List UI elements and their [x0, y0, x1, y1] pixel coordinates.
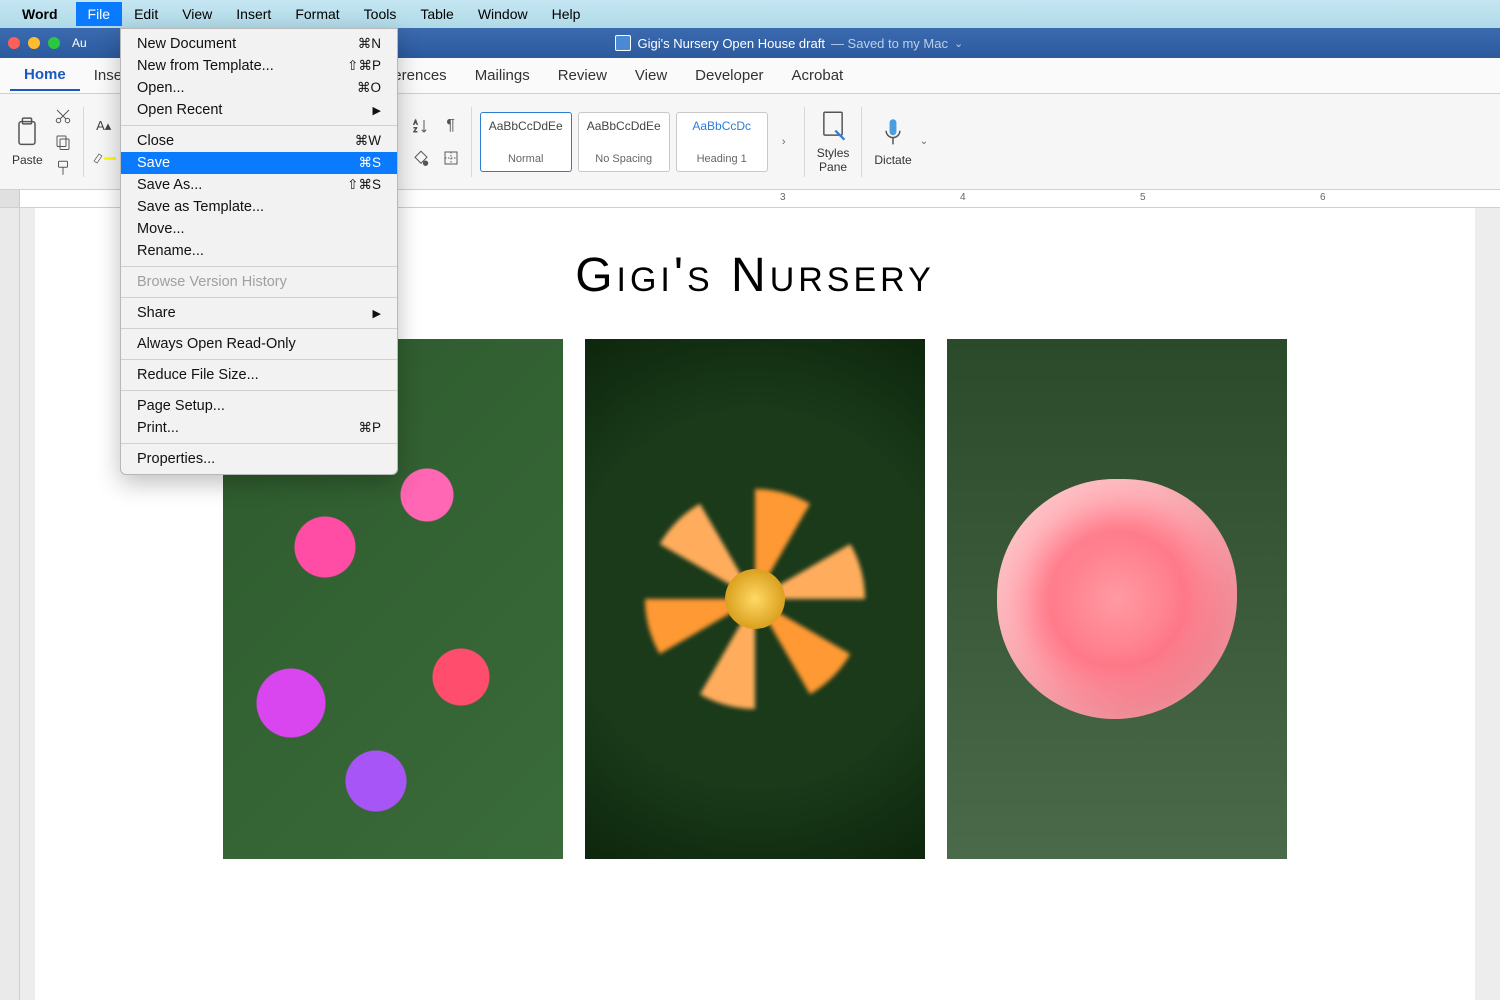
menu-tools[interactable]: Tools: [352, 2, 409, 26]
menu-item-page-setup[interactable]: Page Setup...: [121, 395, 397, 417]
menu-item-browse-version-history: Browse Version History: [121, 271, 397, 293]
document-title[interactable]: Gigi's Nursery Open House draft: [637, 36, 824, 51]
styles-more-button[interactable]: ›: [772, 130, 796, 154]
menu-item-close[interactable]: Close⌘W: [121, 130, 397, 152]
menu-item-share[interactable]: Share▶: [121, 302, 397, 324]
document-icon: [615, 35, 631, 51]
menu-item-save[interactable]: Save⌘S: [121, 152, 397, 174]
submenu-arrow-icon: ▶: [373, 307, 381, 320]
borders-button[interactable]: [439, 146, 463, 170]
tab-view[interactable]: View: [621, 61, 681, 90]
menu-format[interactable]: Format: [283, 2, 351, 26]
paste-label: Paste: [12, 153, 43, 167]
menu-item-new-from-template[interactable]: New from Template...⇧⌘P: [121, 55, 397, 77]
menu-view[interactable]: View: [170, 2, 224, 26]
macos-menubar: Word FileEditViewInsertFormatToolsTableW…: [0, 0, 1500, 28]
styles-pane-button[interactable]: Styles Pane: [813, 106, 854, 178]
menu-item-move[interactable]: Move...: [121, 218, 397, 240]
save-status: — Saved to my Mac: [831, 36, 948, 51]
style-heading-1[interactable]: AaBbCcDcHeading 1: [676, 112, 768, 172]
highlight-color-button[interactable]: [92, 146, 116, 170]
menu-item-rename[interactable]: Rename...: [121, 240, 397, 262]
svg-text:Z: Z: [413, 128, 417, 134]
menu-window[interactable]: Window: [466, 2, 540, 26]
chevron-down-icon[interactable]: ⌄: [920, 136, 928, 147]
menu-item-save-as-template[interactable]: Save as Template...: [121, 196, 397, 218]
show-marks-button[interactable]: ¶: [439, 114, 463, 138]
inserted-image[interactable]: [585, 339, 925, 859]
dictate-button[interactable]: Dictate: [870, 113, 915, 171]
copy-button[interactable]: [51, 130, 75, 154]
inserted-image[interactable]: [947, 339, 1287, 859]
menu-item-always-open-read-only[interactable]: Always Open Read-Only: [121, 333, 397, 355]
dictate-label: Dictate: [874, 153, 911, 167]
close-window-button[interactable]: [8, 37, 20, 49]
tab-mailings[interactable]: Mailings: [461, 61, 544, 90]
tab-review[interactable]: Review: [544, 61, 621, 90]
format-painter-button[interactable]: [51, 156, 75, 180]
svg-text:A: A: [413, 120, 417, 126]
paste-button[interactable]: Paste: [8, 113, 47, 171]
cut-button[interactable]: [51, 104, 75, 128]
menu-item-print[interactable]: Print...⌘P: [121, 417, 397, 439]
submenu-arrow-icon: ▶: [373, 104, 381, 117]
style-no-spacing[interactable]: AaBbCcDdEeNo Spacing: [578, 112, 670, 172]
style-normal[interactable]: AaBbCcDdEeNormal: [480, 112, 572, 172]
menu-insert[interactable]: Insert: [224, 2, 283, 26]
zoom-window-button[interactable]: [48, 37, 60, 49]
styles-pane-label: Styles Pane: [817, 146, 850, 174]
menu-item-reduce-file-size[interactable]: Reduce File Size...: [121, 364, 397, 386]
menu-item-properties[interactable]: Properties...: [121, 448, 397, 470]
tab-home[interactable]: Home: [10, 60, 80, 91]
menu-help[interactable]: Help: [540, 2, 593, 26]
increase-font-button[interactable]: A▴: [92, 114, 116, 138]
tab-developer[interactable]: Developer: [681, 61, 777, 90]
traffic-lights: [8, 37, 60, 49]
menu-edit[interactable]: Edit: [122, 2, 170, 26]
app-name[interactable]: Word: [22, 6, 58, 22]
autosave-toggle-label[interactable]: Au: [72, 36, 87, 50]
menu-file[interactable]: File: [76, 2, 123, 26]
vertical-ruler[interactable]: [0, 208, 20, 1000]
tab-acrobat[interactable]: Acrobat: [778, 61, 858, 90]
chevron-down-icon[interactable]: ⌄: [954, 37, 963, 50]
file-menu-dropdown: New Document⌘NNew from Template...⇧⌘POpe…: [120, 28, 398, 475]
menu-item-new-document[interactable]: New Document⌘N: [121, 33, 397, 55]
menu-table[interactable]: Table: [408, 2, 465, 26]
menu-item-save-as[interactable]: Save As...⇧⌘S: [121, 174, 397, 196]
shading-button[interactable]: [409, 146, 433, 170]
minimize-window-button[interactable]: [28, 37, 40, 49]
menu-item-open[interactable]: Open...⌘O: [121, 77, 397, 99]
sort-button[interactable]: AZ: [409, 114, 433, 138]
menu-item-open-recent[interactable]: Open Recent▶: [121, 99, 397, 121]
